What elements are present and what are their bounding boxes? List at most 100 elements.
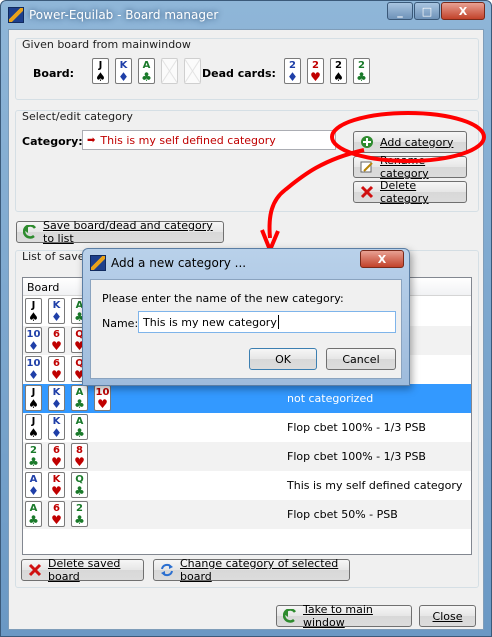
title-bar[interactable]: Power-Equilab - Board manager _ □ X	[1, 1, 491, 29]
add-category-button[interactable]: Add category	[353, 131, 467, 153]
playing-card: 2 ♣	[353, 58, 370, 84]
change-category-button[interactable]: Change category of selected board	[153, 557, 350, 583]
playing-card: J ♠	[92, 58, 109, 84]
card-suit-icon: ♣	[141, 70, 152, 84]
card-suit-icon: ♣	[28, 455, 39, 469]
playing-card: K ♦	[115, 58, 132, 84]
table-row[interactable]: J ♠ K ♦ A ♣ Flop cbet 100% - 1/3 PSB	[23, 413, 471, 442]
card-suit-icon: ♠	[95, 70, 106, 84]
playing-card: 2 ♥	[307, 58, 324, 84]
card-suit-icon: ♣	[74, 426, 85, 440]
row-category: This is my self defined category	[287, 479, 463, 492]
playing-card: K ♦	[48, 414, 65, 440]
card-suit-icon: ♠	[28, 397, 39, 411]
table-row[interactable]: 2 ♣ 6 ♥ 8 ♥ Flop cbet 100% - 1/3 PSB	[23, 442, 471, 471]
table-row[interactable]: J ♠ K ♦ A ♣ 10 ♥ not categorized	[23, 384, 471, 413]
cancel-button[interactable]: Cancel	[326, 348, 396, 370]
dead-cards-label: Dead cards:	[202, 67, 276, 80]
category-label: Category:	[22, 135, 83, 148]
card-suit-icon: ♥	[51, 368, 62, 382]
ok-button[interactable]: OK	[249, 348, 317, 370]
playing-card: A ♣	[71, 385, 88, 411]
playing-card: A ♣	[71, 414, 88, 440]
card-suit-icon: ♣	[356, 70, 367, 84]
playing-card: 6 ♥	[48, 356, 65, 382]
save-board-button[interactable]: Save board/dead and category to list	[16, 219, 224, 245]
playing-card: 10 ♥	[94, 385, 111, 411]
card-suit-icon: ♥	[51, 513, 62, 527]
refresh-icon	[160, 563, 174, 577]
card-suit-icon: ♥	[97, 397, 108, 411]
playing-card: A ♣	[25, 501, 42, 527]
add-category-dialog: Add a new category ... X Please enter th…	[82, 248, 410, 386]
name-label: Name:	[102, 317, 139, 330]
dialog-client-area: Please enter the name of the new categor…	[90, 279, 402, 379]
delete-icon	[360, 185, 374, 199]
playing-card: K ♦	[48, 298, 65, 324]
playing-card: 2 ♣	[25, 443, 42, 469]
card-suit-icon: ♦	[118, 70, 129, 84]
card-suit-icon: ♣	[74, 513, 85, 527]
card-suit-icon: ♦	[51, 397, 62, 411]
playing-card: J ♠	[25, 298, 42, 324]
category-name-input[interactable]: This is my new category	[138, 311, 396, 333]
table-row[interactable]: A ♣ 6 ♥ 2 ♣ Flop cbet 50% - PSB	[23, 500, 471, 529]
empty-card-slot	[161, 58, 178, 84]
given-board-group-title: Given board from mainwindow	[22, 38, 191, 51]
playing-card: 6 ♥	[48, 327, 65, 353]
row-category: Flop cbet 50% - PSB	[287, 508, 398, 521]
playing-card: 2 ♣	[71, 501, 88, 527]
board-label: Board:	[33, 67, 75, 80]
playing-card: Q ♣	[71, 472, 88, 498]
card-suit-icon: ♦	[51, 310, 62, 324]
empty-card-slot	[184, 58, 201, 84]
close-window-button[interactable]: X	[441, 2, 485, 20]
card-suit-icon: ♦	[28, 484, 39, 498]
playing-card: A ♣	[138, 58, 155, 84]
card-suit-icon: ♥	[51, 484, 62, 498]
window-title: Power-Equilab - Board manager	[29, 8, 219, 22]
card-suit-icon: ♣	[74, 484, 85, 498]
card-suit-icon: ♣	[28, 513, 39, 527]
playing-card: 10 ♦	[25, 356, 42, 382]
playing-card: 8 ♥	[71, 443, 88, 469]
arrow-right-icon: ➡	[87, 134, 96, 146]
rename-category-button[interactable]: Rename category	[353, 154, 467, 180]
card-suit-icon: ♥	[74, 455, 85, 469]
dialog-close-button[interactable]: X	[360, 250, 404, 268]
take-to-main-window-button[interactable]: Take to main window	[276, 603, 412, 629]
card-suit-icon: ♦	[28, 368, 39, 382]
card-suit-icon: ♥	[51, 339, 62, 353]
maximize-button[interactable]: □	[414, 2, 440, 20]
save-arrow-icon	[23, 225, 37, 239]
card-suit-icon: ♥	[310, 70, 321, 84]
dialog-title: Add a new category ...	[111, 256, 247, 270]
given-board-group: Given board from mainwindow Board: J ♠ K ♦ A…	[15, 38, 479, 100]
delete-saved-board-button[interactable]: Delete saved board	[21, 557, 144, 583]
delete-category-button[interactable]: Delete category	[353, 179, 467, 205]
playing-card: A ♦	[25, 472, 42, 498]
column-header-board[interactable]: Board	[27, 281, 59, 294]
category-combo-value: This is my self defined category	[100, 133, 276, 147]
playing-card: K ♦	[48, 385, 65, 411]
table-row[interactable]: A ♦ K ♥ Q ♣ This is my self defined category	[23, 471, 471, 500]
playing-card: 2 ♦	[284, 58, 301, 84]
rename-icon	[360, 160, 374, 174]
card-suit-icon: ♦	[51, 426, 62, 440]
category-group-title: Select/edit category	[22, 110, 133, 123]
minimize-button[interactable]: _	[387, 2, 413, 20]
row-category: Flop cbet 100% - 1/3 PSB	[287, 450, 426, 463]
playing-card: 10 ♦	[25, 327, 42, 353]
dialog-title-bar[interactable]: Add a new category ... X	[83, 249, 409, 277]
playing-card: J ♠	[25, 414, 42, 440]
category-combo[interactable]: ➡ This is my self defined category	[82, 130, 336, 150]
card-suit-icon: ♠	[333, 70, 344, 84]
playing-card: J ♠	[25, 385, 42, 411]
close-button[interactable]: Close	[419, 605, 476, 627]
card-suit-icon: ♦	[287, 70, 298, 84]
delete-icon	[28, 563, 42, 577]
back-arrow-icon	[283, 609, 297, 623]
card-suit-icon: ♠	[28, 426, 39, 440]
row-category: Flop cbet 100% - 1/3 PSB	[287, 421, 426, 434]
card-suit-icon: ♥	[51, 455, 62, 469]
